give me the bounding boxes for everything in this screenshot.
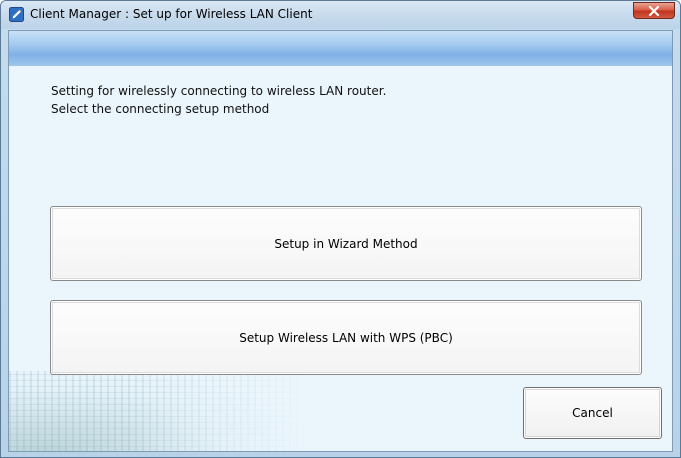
- setup-wizard-button[interactable]: Setup in Wizard Method: [50, 206, 642, 281]
- setup-wps-button[interactable]: Setup Wireless LAN with WPS (PBC): [50, 300, 642, 375]
- cancel-button-label: Cancel: [572, 406, 613, 420]
- cancel-button[interactable]: Cancel: [523, 387, 662, 439]
- setup-wps-button-label: Setup Wireless LAN with WPS (PBC): [239, 330, 453, 345]
- decorative-background-texture: [9, 371, 309, 451]
- window-title: Client Manager : Set up for Wireless LAN…: [30, 7, 313, 21]
- description-line-2: Select the connecting setup method: [51, 102, 270, 116]
- close-button[interactable]: [633, 2, 675, 19]
- title-bar[interactable]: Client Manager : Set up for Wireless LAN…: [1, 1, 680, 29]
- close-icon: [648, 5, 660, 16]
- client-manager-pencil-icon[interactable]: [9, 7, 24, 22]
- dialog-content: Setting for wirelessly connecting to wir…: [8, 30, 673, 452]
- header-banner: [9, 31, 672, 66]
- description-line-1: Setting for wirelessly connecting to wir…: [51, 84, 387, 98]
- client-manager-window: Client Manager : Set up for Wireless LAN…: [0, 0, 681, 458]
- setup-wizard-button-label: Setup in Wizard Method: [274, 236, 418, 251]
